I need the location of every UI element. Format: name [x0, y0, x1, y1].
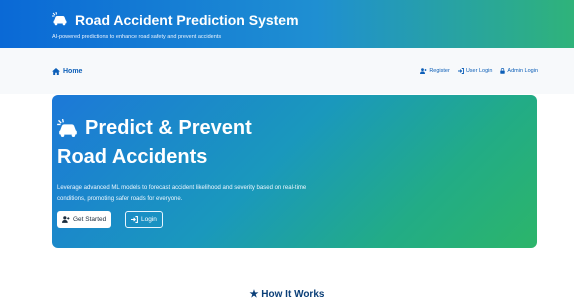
home-link[interactable]: Home	[52, 68, 82, 75]
lock-icon	[500, 68, 506, 74]
register-link[interactable]: Register	[420, 68, 450, 74]
user-login-label: User Login	[465, 68, 493, 74]
admin-login-label: Admin Login	[507, 68, 538, 74]
auth-links: Register User Login Admin Login	[420, 68, 538, 74]
user-login-link[interactable]: User Login	[457, 68, 493, 74]
user-plus-icon	[420, 68, 427, 74]
login-label: Login	[141, 216, 157, 223]
login-button[interactable]: Login	[125, 211, 163, 228]
admin-login-link[interactable]: Admin Login	[500, 68, 538, 74]
hero-title-line1: Predict & Prevent	[57, 117, 252, 140]
home-icon	[52, 68, 60, 75]
sign-in-icon	[457, 68, 464, 74]
get-started-label: Get Started	[73, 216, 107, 223]
how-it-works-heading: ★ How It Works	[0, 289, 574, 298]
sign-in-icon	[131, 216, 138, 223]
hero-description: Leverage advanced ML models to forecast …	[57, 185, 307, 202]
car-crash-icon	[57, 119, 77, 138]
app-subtitle: AI-powered predictions to enhance road s…	[52, 34, 222, 40]
register-label: Register	[429, 68, 450, 74]
car-crash-icon	[52, 12, 67, 26]
user-plus-icon	[62, 216, 70, 223]
get-started-button[interactable]: Get Started	[57, 211, 112, 228]
hero-title-text: Predict & Prevent	[85, 117, 252, 139]
home-label: Home	[63, 68, 83, 75]
app-title: Road Accident Prediction System	[75, 12, 299, 28]
hero-title-line2: Road Accidents	[57, 146, 208, 168]
how-it-works-label: How It Works	[261, 289, 325, 298]
star-icon: ★	[249, 289, 259, 298]
